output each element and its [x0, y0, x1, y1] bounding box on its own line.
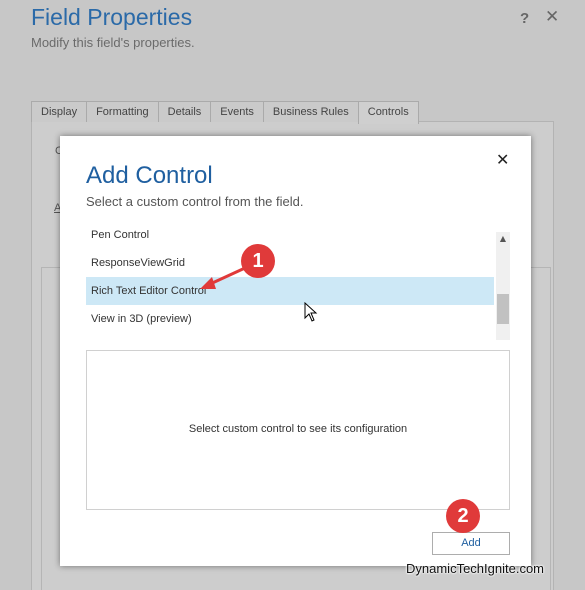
mouse-cursor-icon — [304, 302, 318, 322]
watermark: DynamicTechIgnite.com — [406, 561, 544, 576]
step-badge-1: 1 — [241, 244, 275, 278]
annotation-arrow — [200, 266, 246, 289]
step-badge-2: 2 — [446, 499, 480, 533]
